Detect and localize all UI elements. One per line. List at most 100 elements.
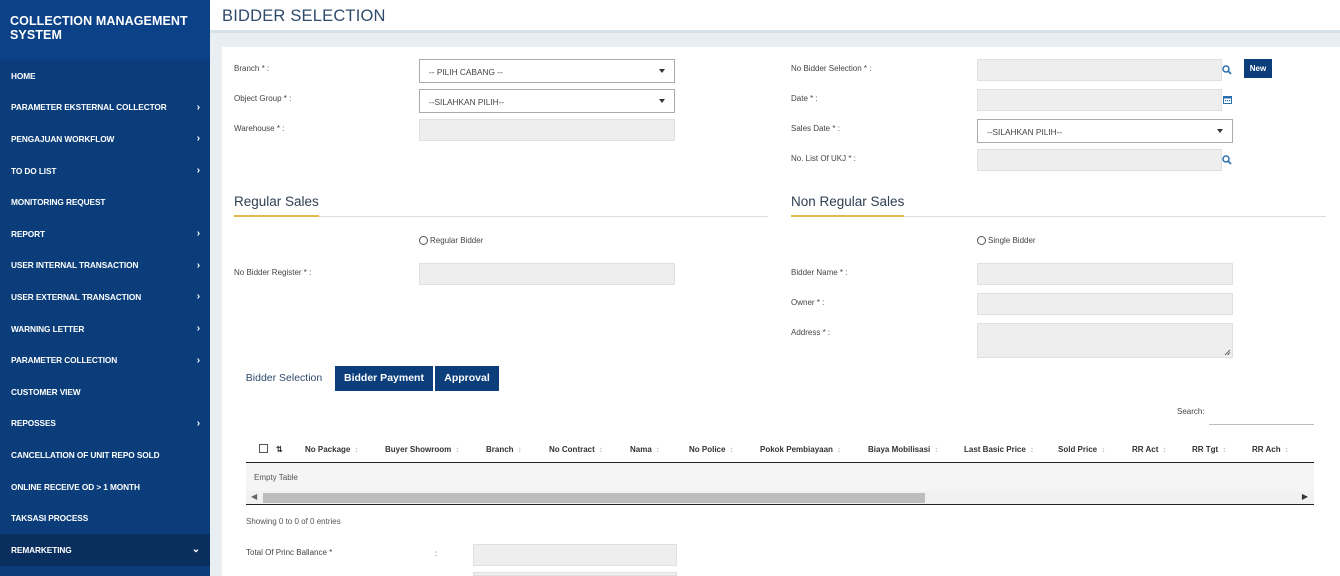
sort-icon: ↕ [1101,445,1106,454]
sidebar-item-monitoring-request[interactable]: MONITORING REQUEST [0,186,210,218]
caret-down-icon [659,99,665,103]
branch-label: Branch * : [234,64,270,73]
sidebar-item-label: CANCELLATION OF UNIT REPO SOLD [11,449,160,460]
warehouse-field[interactable] [419,119,675,141]
column-header-no-contract[interactable]: No Contract ↕ [549,445,603,454]
sidebar-item-pengajuan-workflow[interactable]: PENGAJUAN WORKFLOW › [0,123,210,155]
scroll-left-icon[interactable]: ◀ [251,492,257,501]
total-princ-ballance-field[interactable] [473,544,677,566]
app-title[interactable]: COLLECTION MANAGEMENT SYSTEM [0,0,210,60]
sidebar-item-label: REMARKETING [11,544,72,555]
date-field[interactable] [977,89,1222,111]
sidebar-item-label: ONLINE RECEIVE OD > 1 MONTH [11,481,140,492]
single-bidder-radio[interactable]: Single Bidder [977,236,1036,245]
sidebar-item-label: PARAMETER EKSTERNAL COLLECTOR [11,102,167,113]
table-search-input[interactable] [1209,424,1314,425]
chevron-right-icon: › [196,165,200,177]
table-header: ⇅ No Package ↕ Buyer Showroom ↕ Branch ↕ No… [246,437,1314,463]
sort-icon[interactable]: ⇅ [276,445,283,454]
branch-select[interactable]: -- PILIH CABANG -- [419,59,675,83]
calendar-icon[interactable] [1223,95,1232,107]
column-header-rr-act[interactable]: RR Act ↕ [1132,445,1166,454]
sidebar-item-label: USER EXTERNAL TRANSACTION [11,291,142,302]
resize-handle-icon[interactable] [1224,349,1231,356]
tab-approval[interactable]: Approval [435,366,499,391]
app-title-line2: SYSTEM [10,28,62,42]
sidebar-item-label: REPORT [11,228,45,239]
sort-icon: ↕ [1284,445,1289,454]
page-title: BIDDER SELECTION [222,7,386,25]
column-header-no-package[interactable]: No Package ↕ [305,445,358,454]
column-header-biaya-mobilisasi[interactable]: Biaya Mobilisasi ↕ [868,445,938,454]
single-bidder-label: Single Bidder [988,236,1036,245]
sort-icon: ↕ [1222,445,1227,454]
sidebar: COLLECTION MANAGEMENT SYSTEM HOME PARAME… [0,0,210,576]
sidebar-item-label: HOME [11,70,36,81]
sidebar-item-label: TO DO LIST [11,165,57,176]
column-header-pokok-pembiayaan[interactable]: Pokok Pembiayaan ↕ [760,445,841,454]
column-header-buyer-showroom[interactable]: Buyer Showroom ↕ [385,445,459,454]
chevron-right-icon: › [196,259,200,271]
scroll-right-icon[interactable]: ▶ [1302,492,1308,501]
table-info-text: Showing 0 to 0 of 0 entries [246,517,341,526]
new-button[interactable]: New [1244,59,1272,78]
regular-bidder-radio[interactable]: Regular Bidder [419,236,483,245]
next-total-field[interactable] [473,572,677,576]
column-header-rr-tgt[interactable]: RR Tgt ↕ [1192,445,1226,454]
table-horizontal-scrollbar[interactable]: ◀ ▶ [246,491,1314,505]
sidebar-item-label: PENGAJUAN WORKFLOW [11,133,115,144]
sales-date-select[interactable]: --SILAHKAN PILIH-- [977,119,1233,143]
sidebar-item-cancellation-unit-repo-sold[interactable]: CANCELLATION OF UNIT REPO SOLD [0,439,210,471]
column-header-nama[interactable]: Nama ↕ [630,445,660,454]
chevron-right-icon: › [196,133,200,145]
sidebar-item-label: CUSTOMER VIEW [11,386,81,397]
column-header-sold-price[interactable]: Sold Price ↕ [1058,445,1105,454]
sidebar-item-taksasi-process[interactable]: TAKSASI PROCESS [0,502,210,534]
no-bidder-register-field[interactable] [419,263,675,285]
sidebar-item-user-external-transaction[interactable]: USER EXTERNAL TRANSACTION › [0,281,210,313]
owner-label: Owner * : [791,298,825,307]
object-group-label: Object Group * : [234,94,292,103]
sidebar-item-reposses[interactable]: REPOSSES › [0,408,210,440]
sidebar-item-online-receive-od[interactable]: ONLINE RECEIVE OD > 1 MONTH [0,471,210,503]
no-list-ukj-field[interactable] [977,149,1222,171]
bidder-name-field[interactable] [977,263,1233,285]
sort-icon: ↕ [729,445,734,454]
search-icon[interactable] [1222,155,1232,168]
address-textarea[interactable] [977,323,1233,358]
search-icon[interactable] [1222,65,1232,78]
sidebar-item-remarketing[interactable]: REMARKETING ⌄ [0,533,210,566]
sidebar-item-home[interactable]: HOME [0,60,210,92]
column-header-rr-ach[interactable]: RR Ach ↕ [1252,445,1289,454]
tab-bidder-payment[interactable]: Bidder Payment [335,366,433,391]
regular-bidder-label: Regular Bidder [430,236,484,245]
sort-icon: ↕ [655,445,660,454]
object-group-select[interactable]: --SILAHKAN PILIH-- [419,89,675,113]
no-bidder-selection-field[interactable] [977,59,1222,81]
sort-icon: ↕ [517,445,522,454]
select-all-checkbox[interactable] [259,444,268,453]
sort-icon: ↕ [598,445,603,454]
sidebar-item-warning-letter[interactable]: WARNING LETTER › [0,313,210,345]
sidebar-item-parameter-collection[interactable]: PARAMETER COLLECTION › [0,344,210,376]
sales-date-label: Sales Date * : [791,124,840,133]
scrollbar-thumb[interactable] [263,493,925,503]
page-header: BIDDER SELECTION [210,0,1340,33]
regular-sales-accent [234,215,319,217]
sidebar-item-user-internal-transaction[interactable]: USER INTERNAL TRANSACTION › [0,250,210,282]
column-header-last-basic-price[interactable]: Last Basic Price ↕ [964,445,1034,454]
sales-date-select-value: --SILAHKAN PILIH-- [987,127,1063,137]
chevron-down-icon: ⌄ [191,544,200,556]
column-header-branch[interactable]: Branch ↕ [486,445,522,454]
sidebar-item-report[interactable]: REPORT › [0,218,210,250]
sidebar-item-to-do-list[interactable]: TO DO LIST › [0,155,210,187]
column-header-no-police[interactable]: No Police ↕ [689,445,733,454]
sidebar-item-customer-view[interactable]: CUSTOMER VIEW [0,376,210,408]
sidebar-item-parameter-eksternal-collector[interactable]: PARAMETER EKSTERNAL COLLECTOR › [0,92,210,124]
chevron-right-icon: › [196,291,200,303]
tab-bidder-selection[interactable]: Bidder Selection [240,366,328,391]
address-label: Address * : [791,328,831,337]
chevron-right-icon: › [196,354,200,366]
sidebar-item-label: WARNING LETTER [11,323,85,334]
owner-field[interactable] [977,293,1233,315]
